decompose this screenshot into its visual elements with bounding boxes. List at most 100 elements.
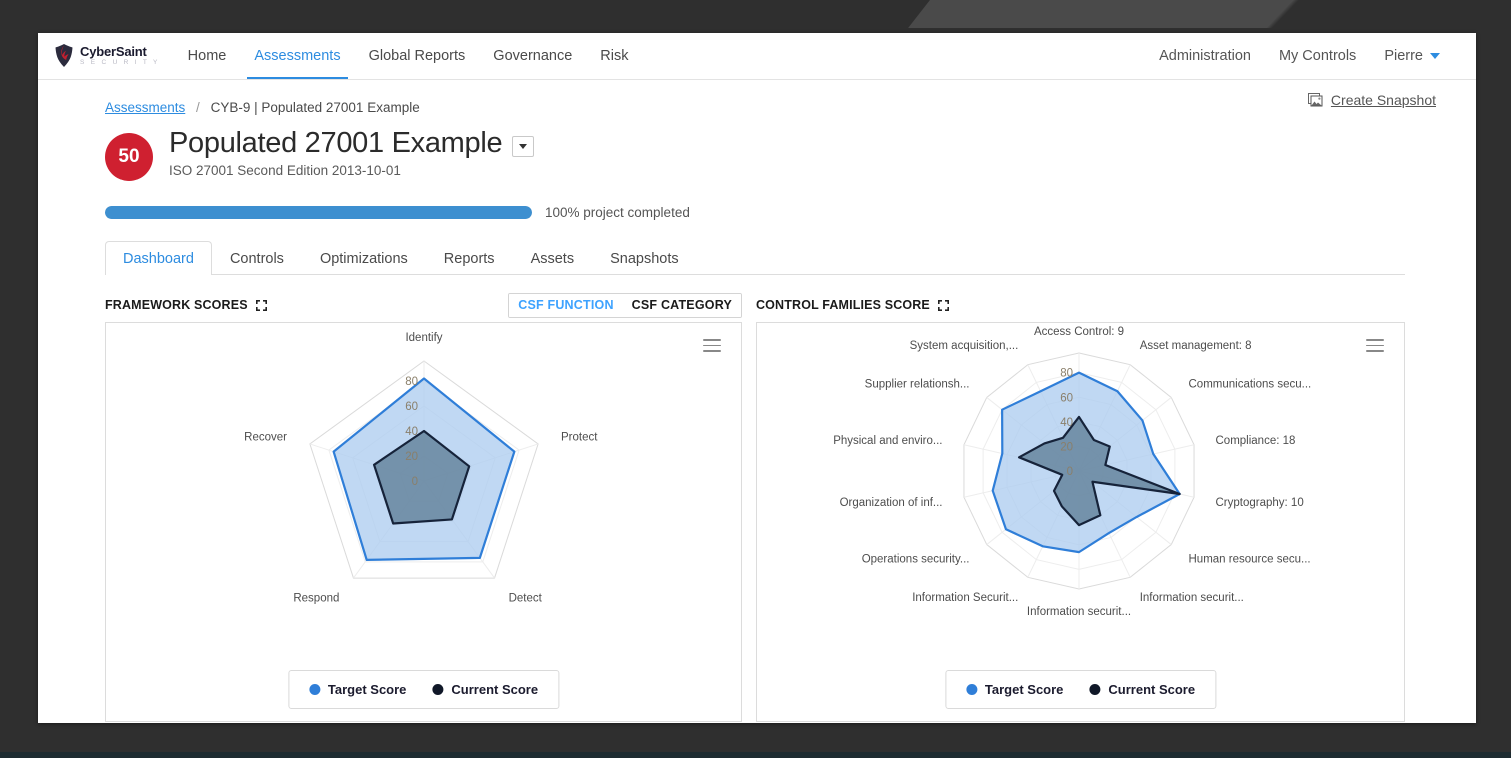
tab-reports[interactable]: Reports <box>426 241 513 275</box>
progress-bar-track <box>105 206 532 219</box>
nav-item-home[interactable]: Home <box>174 33 241 79</box>
svg-text:Operations security...: Operations security... <box>862 553 970 565</box>
page-title: Populated 27001 Example <box>169 127 503 159</box>
snapshot-image-icon <box>1307 93 1323 107</box>
assessment-header: 50 Populated 27001 Example ISO 27001 Sec… <box>105 127 1446 181</box>
svg-text:Protect: Protect <box>561 432 598 444</box>
create-snapshot-label: Create Snapshot <box>1330 92 1436 108</box>
tab-snapshots[interactable]: Snapshots <box>592 241 697 275</box>
assessment-score-badge: 50 <box>105 133 153 181</box>
dashboard-panels: FRAMEWORK SCORES CSF FUNCTION CSF CATEGO… <box>105 292 1446 722</box>
control-families-title: CONTROL FAMILIES SCORE <box>756 298 930 312</box>
svg-text:80: 80 <box>405 376 418 388</box>
svg-text:Access Control: 9: Access Control: 9 <box>1034 326 1124 338</box>
svg-text:Respond: Respond <box>293 593 339 605</box>
svg-text:Information securit...: Information securit... <box>1027 606 1131 618</box>
expand-icon[interactable] <box>937 299 949 311</box>
section-tabs: Dashboard Controls Optimizations Reports… <box>105 241 1405 275</box>
svg-text:Cryptography: 10: Cryptography: 10 <box>1216 497 1304 509</box>
tab-controls[interactable]: Controls <box>212 241 302 275</box>
project-progress: 100% project completed <box>105 205 1446 220</box>
expand-icon[interactable] <box>255 299 267 311</box>
legend-dot-target <box>308 684 320 695</box>
svg-text:Supplier relationsh...: Supplier relationsh... <box>865 379 970 391</box>
nav-item-assessments[interactable]: Assessments <box>240 33 354 79</box>
brand-logo[interactable]: CyberSaint S E C U R I T Y <box>38 33 174 79</box>
secondary-nav-links: Administration My Controls Pierre <box>1145 33 1476 79</box>
csf-view-toggle: CSF FUNCTION CSF CATEGORY <box>508 292 742 318</box>
svg-text:Recover: Recover <box>244 432 287 444</box>
control-families-score-panel: CONTROL FAMILIES SCORE 0 20 40 60 80 Acc… <box>756 294 1405 722</box>
control-families-chart-container: 0 20 40 60 80 Access Control: 9 Asset manageme… <box>756 322 1405 722</box>
assessment-title-block: Populated 27001 Example ISO 27001 Second… <box>169 127 535 178</box>
svg-text:Detect: Detect <box>509 593 543 605</box>
framework-scores-title: FRAMEWORK SCORES <box>105 298 248 312</box>
tab-dashboard[interactable]: Dashboard <box>105 241 212 275</box>
legend-label-target: Target Score <box>327 682 407 697</box>
top-navigation-bar: CyberSaint S E C U R I T Y Home Assessme… <box>38 33 1476 80</box>
framework-scores-chart-container: 0 20 40 60 80 Identify Protect Detect Respond Rec… <box>105 322 742 722</box>
control-families-legend: Target Score Current Score <box>944 670 1217 709</box>
breadcrumb: Assessments / CYB-9 | Populated 27001 Ex… <box>105 100 1446 115</box>
svg-text:20: 20 <box>1060 441 1073 453</box>
framework-scores-legend: Target Score Current Score <box>287 670 560 709</box>
primary-nav-links: Home Assessments Global Reports Governan… <box>174 33 643 79</box>
svg-text:Organization of inf...: Organization of inf... <box>840 497 943 509</box>
svg-text:80: 80 <box>1060 368 1073 380</box>
legend-dot-target <box>965 684 977 695</box>
page-content: Assessments / CYB-9 | Populated 27001 Ex… <box>38 80 1476 722</box>
browser-window: CyberSaint S E C U R I T Y Home Assessme… <box>38 33 1476 723</box>
nav-item-governance[interactable]: Governance <box>479 33 586 79</box>
svg-text:Compliance: 18: Compliance: 18 <box>1216 435 1296 447</box>
nav-item-global-reports[interactable]: Global Reports <box>355 33 480 79</box>
svg-text:Communications secu...: Communications secu... <box>1189 379 1312 391</box>
svg-text:40: 40 <box>405 426 418 438</box>
tab-assets[interactable]: Assets <box>513 241 593 275</box>
legend-item-current: Current Score <box>1089 682 1195 697</box>
svg-text:Information Securit...: Information Securit... <box>912 592 1018 604</box>
create-snapshot-button[interactable]: Create Snapshot <box>1307 92 1436 108</box>
desktop-sheen <box>908 0 1511 28</box>
svg-text:60: 60 <box>405 401 418 413</box>
chevron-down-icon <box>519 143 528 149</box>
svg-text:0: 0 <box>1067 466 1073 478</box>
brand-tagline: S E C U R I T Y <box>80 59 160 67</box>
user-menu[interactable]: Pierre <box>1370 33 1454 79</box>
control-families-panel-header: CONTROL FAMILIES SCORE <box>756 294 1405 316</box>
progress-bar-fill <box>105 206 532 219</box>
desktop-taskbar-strip <box>0 752 1511 758</box>
brand-name: CyberSaint <box>80 44 147 60</box>
framework-scores-radar-chart: 0 20 40 60 80 Identify Protect Detect Respond Rec… <box>106 323 741 721</box>
svg-text:20: 20 <box>405 451 418 463</box>
nav-item-administration[interactable]: Administration <box>1145 33 1265 79</box>
assessment-title-line: Populated 27001 Example <box>169 127 535 160</box>
svg-text:Information securit...: Information securit... <box>1140 592 1244 604</box>
assessment-framework-subtitle: ISO 27001 Second Edition 2013-10-01 <box>169 163 401 178</box>
assessment-options-dropdown[interactable] <box>512 135 535 157</box>
progress-label: 100% project completed <box>545 205 690 220</box>
legend-item-target: Target Score <box>308 682 407 697</box>
legend-label-target: Target Score <box>984 682 1064 697</box>
legend-item-target: Target Score <box>965 682 1064 697</box>
legend-label-current: Current Score <box>451 682 539 697</box>
svg-text:Physical and enviro...: Physical and enviro... <box>833 435 942 447</box>
framework-scores-panel: FRAMEWORK SCORES CSF FUNCTION CSF CATEGO… <box>105 292 742 722</box>
legend-label-current: Current Score <box>1108 682 1196 697</box>
legend-item-current: Current Score <box>432 682 538 697</box>
breadcrumb-current: CYB-9 | Populated 27001 Example <box>210 100 420 115</box>
svg-text:0: 0 <box>412 476 418 488</box>
tab-optimizations[interactable]: Optimizations <box>302 241 426 275</box>
cybersaint-shield-icon <box>55 44 73 67</box>
toggle-csf-function[interactable]: CSF FUNCTION <box>509 293 624 317</box>
brand-text: CyberSaint S E C U R I T Y <box>80 45 160 67</box>
svg-text:Asset management: 8: Asset management: 8 <box>1140 340 1252 352</box>
nav-item-risk[interactable]: Risk <box>586 33 642 79</box>
svg-text:60: 60 <box>1060 392 1073 404</box>
desktop-background: CyberSaint S E C U R I T Y Home Assessme… <box>0 0 1511 758</box>
nav-item-my-controls[interactable]: My Controls <box>1265 33 1370 79</box>
svg-text:Human resource secu...: Human resource secu... <box>1189 553 1311 565</box>
breadcrumb-link-assessments[interactable]: Assessments <box>105 100 185 115</box>
svg-text:System acquisition,...: System acquisition,... <box>910 340 1019 352</box>
legend-dot-current <box>432 684 444 695</box>
toggle-csf-category[interactable]: CSF CATEGORY <box>622 293 741 317</box>
